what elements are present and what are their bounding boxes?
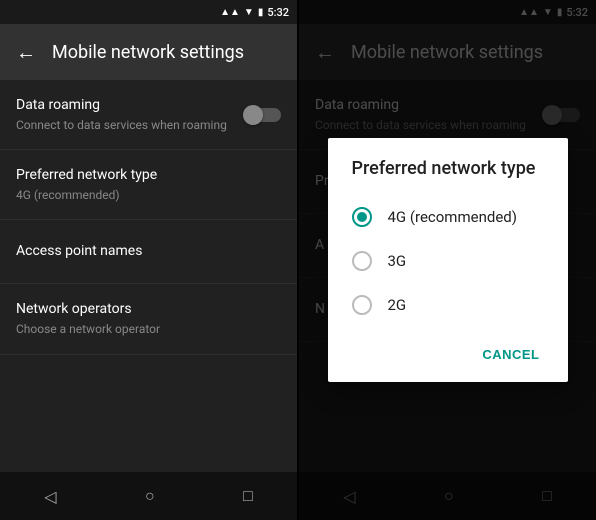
dialog-overlay: Preferred network type 4G (recommended) … [299,0,596,520]
setting-network-operators-title: Network operators [16,300,281,320]
setting-access-point-text: Access point names [16,242,281,262]
setting-network-operators[interactable]: Network operators Choose a network opera… [0,284,297,354]
dialog-actions: CANCEL [328,331,568,382]
left-content: Data roaming Connect to data services wh… [0,80,297,472]
data-roaming-toggle[interactable] [245,108,281,122]
signal-icon: ▲▲ [220,7,240,18]
battery-icon: ▮ [258,7,264,18]
left-back-button[interactable]: ← [16,40,36,65]
left-nav-home[interactable]: ○ [129,478,171,514]
radio-4g-label: 4G (recommended) [388,208,517,226]
left-nav-bar: ◁ ○ □ [0,472,297,520]
preferred-network-dialog: Preferred network type 4G (recommended) … [328,138,568,382]
dialog-cancel-button[interactable]: CANCEL [470,339,551,370]
left-top-bar: ← Mobile network settings [0,24,297,80]
radio-2g-circle [352,295,372,315]
radio-4g-circle [352,207,372,227]
radio-2g-label: 2G [388,296,407,314]
setting-access-point-title: Access point names [16,242,281,262]
setting-data-roaming-text: Data roaming Connect to data services wh… [16,96,245,133]
radio-option-4g[interactable]: 4G (recommended) [328,195,568,239]
radio-option-2g[interactable]: 2G [328,283,568,327]
left-screen: ▲▲ ▼ ▮ 5:32 ← Mobile network settings Da… [0,0,297,520]
dialog-options: 4G (recommended) 3G 2G [328,191,568,331]
setting-preferred-network-text: Preferred network type 4G (recommended) [16,166,281,203]
left-status-bar: ▲▲ ▼ ▮ 5:32 [0,0,297,24]
left-nav-recents[interactable]: □ [227,478,269,514]
right-screen: ▲▲ ▼ ▮ 5:32 ← Mobile network settings Da… [299,0,596,520]
setting-preferred-network-title: Preferred network type [16,166,281,186]
setting-preferred-network[interactable]: Preferred network type 4G (recommended) [0,150,297,220]
setting-network-operators-subtitle: Choose a network operator [16,322,281,338]
data-roaming-toggle-knob [243,105,263,125]
setting-data-roaming-subtitle: Connect to data services when roaming [16,118,245,134]
setting-network-operators-text: Network operators Choose a network opera… [16,300,281,337]
radio-4g-inner [357,212,367,222]
left-nav-back[interactable]: ◁ [28,479,72,514]
left-status-icons: ▲▲ ▼ ▮ 5:32 [220,6,289,19]
radio-option-3g[interactable]: 3G [328,239,568,283]
left-page-title: Mobile network settings [52,42,244,63]
setting-preferred-network-subtitle: 4G (recommended) [16,188,281,204]
setting-data-roaming-title: Data roaming [16,96,245,116]
setting-data-roaming[interactable]: Data roaming Connect to data services wh… [0,80,297,150]
radio-3g-label: 3G [388,252,407,270]
radio-3g-circle [352,251,372,271]
left-time: 5:32 [267,6,289,19]
setting-access-point[interactable]: Access point names [0,220,297,284]
dialog-title: Preferred network type [328,138,568,191]
wifi-icon: ▼ [244,7,254,18]
